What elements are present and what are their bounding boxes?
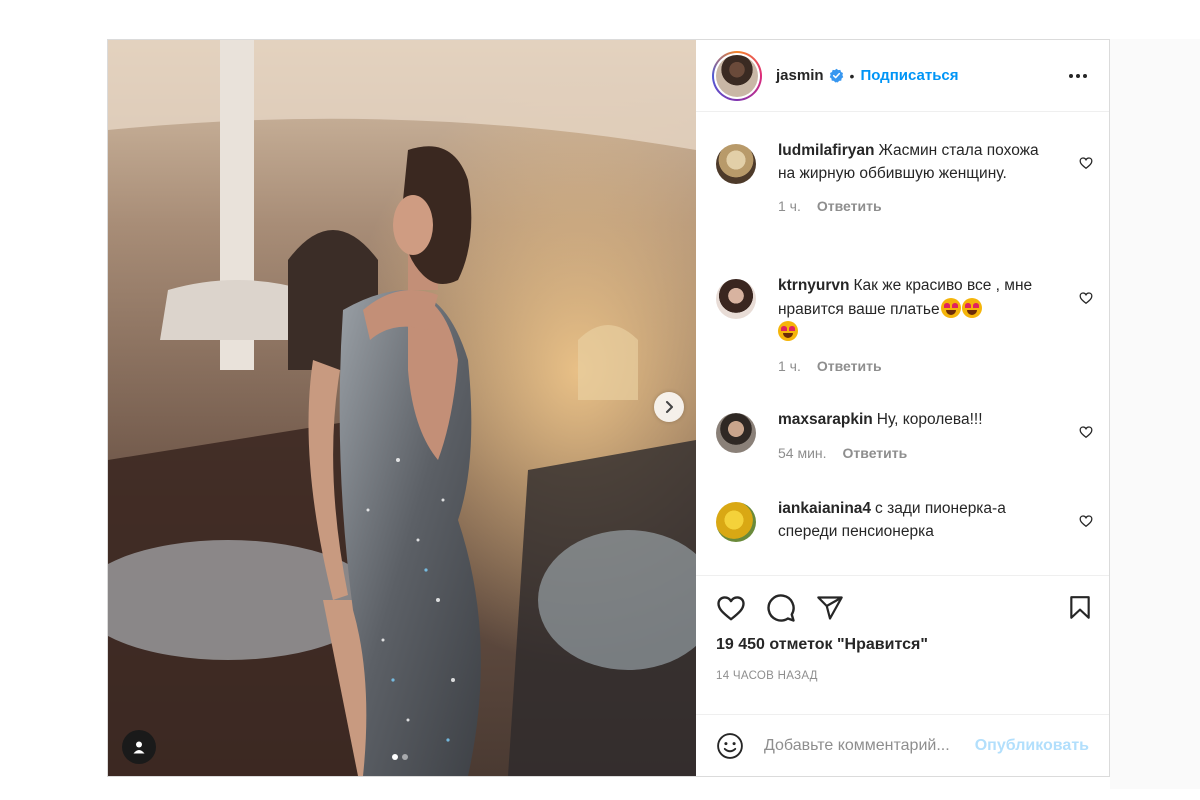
comment-time: 54 мин.: [778, 444, 827, 461]
heart-eyes-emoji-icon: [778, 321, 798, 341]
comment-item: ktrnyurvn Как же красиво все , мне нравит…: [716, 277, 1093, 413]
comment-username[interactable]: iankaianina4: [778, 500, 871, 517]
chevron-right-icon: [666, 401, 673, 413]
person-tag-icon: [133, 741, 145, 754]
commenter-avatar[interactable]: [716, 413, 756, 453]
post-photo: [108, 40, 696, 776]
like-heart-icon[interactable]: [716, 593, 746, 623]
post-media[interactable]: [108, 40, 696, 776]
comment-username[interactable]: ludmilafiryan: [778, 142, 874, 159]
comment-item: ludmilafiryan Жасмин стала похожа на жирн…: [716, 142, 1093, 279]
comment-bubble-icon[interactable]: [766, 593, 796, 623]
carousel-next-button[interactable]: [654, 392, 684, 422]
bookmark-save-icon[interactable]: [1067, 594, 1093, 622]
more-options-icon[interactable]: [1063, 64, 1093, 88]
tagged-people-button[interactable]: [122, 730, 156, 764]
emoji-smiley-icon[interactable]: [716, 732, 744, 760]
commenter-avatar[interactable]: [716, 279, 756, 319]
likes-count[interactable]: 19 450 отметок "Нравится": [696, 636, 1109, 654]
comment-like-icon[interactable]: [1079, 156, 1093, 170]
header-separator: •: [849, 67, 855, 84]
add-comment-bar: Опубликовать: [696, 714, 1109, 776]
verified-badge-icon: [829, 68, 843, 83]
heart-eyes-emoji-icon: [961, 297, 982, 318]
commenter-avatar[interactable]: [716, 502, 756, 542]
author-avatar[interactable]: [712, 50, 762, 101]
post-modal: jasmin • Подписаться ludmilafiryan Жасмин…: [107, 39, 1110, 777]
comment-username[interactable]: ktrnyurvn: [778, 277, 850, 294]
author-username[interactable]: jasmin: [776, 67, 824, 84]
action-bar: [696, 576, 1109, 640]
comment-input[interactable]: [764, 736, 974, 755]
share-send-icon[interactable]: [816, 594, 844, 622]
carousel-indicator: [392, 754, 408, 760]
heart-eyes-emoji-icon: [940, 297, 961, 318]
page: jasmin • Подписаться ludmilafiryan Жасмин…: [0, 0, 1200, 800]
follow-button[interactable]: Подписаться: [860, 67, 958, 84]
commenter-avatar[interactable]: [716, 144, 756, 184]
comment-item: maxsarapkin Ну, королева!!! 54 мин. Ответ…: [716, 411, 1093, 502]
background-gutter: [1110, 39, 1200, 789]
comment-like-icon[interactable]: [1079, 291, 1093, 305]
comment-item: iankaianina4 с зади пионерка-а спереди пе…: [716, 500, 1093, 575]
carousel-dot-active: [392, 754, 398, 760]
comment-text: Ну, королева!!!: [876, 411, 983, 428]
reply-button[interactable]: Ответить: [817, 195, 882, 218]
reply-button[interactable]: Ответить: [817, 355, 882, 378]
post-time[interactable]: 14 часов назад: [696, 670, 1109, 682]
comment-time: 1 ч.: [778, 357, 801, 374]
comments-list[interactable]: ludmilafiryan Жасмин стала похожа на жирн…: [696, 112, 1109, 576]
comment-time: 1 ч.: [778, 198, 801, 214]
comment-like-icon[interactable]: [1079, 514, 1093, 528]
comment-like-icon[interactable]: [1079, 425, 1093, 439]
post-sidebar: jasmin • Подписаться ludmilafiryan Жасмин…: [696, 40, 1109, 776]
carousel-dot: [402, 754, 408, 760]
publish-button[interactable]: Опубликовать: [975, 737, 1089, 755]
comment-username[interactable]: maxsarapkin: [778, 411, 873, 428]
post-header: jasmin • Подписаться: [696, 40, 1109, 112]
reply-button[interactable]: Ответить: [843, 442, 908, 465]
